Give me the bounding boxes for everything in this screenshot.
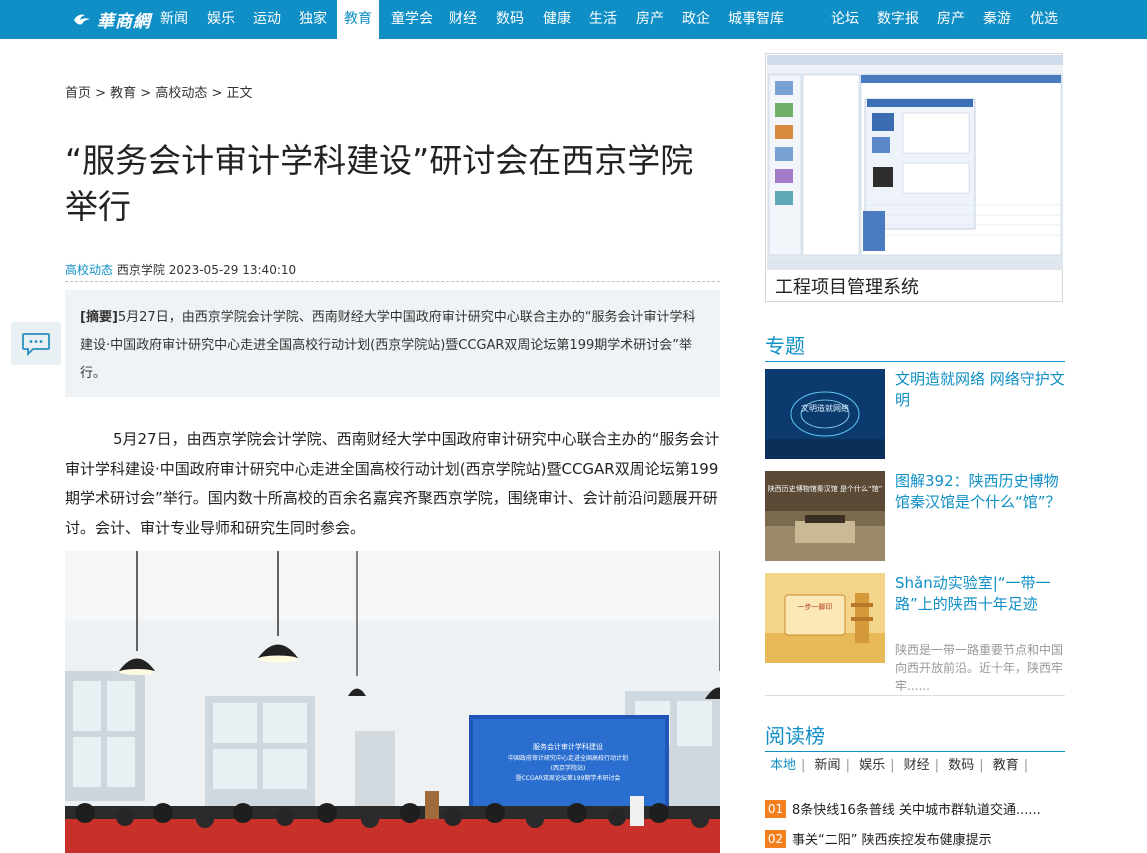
ranking-tab-digital[interactable]: 数码 — [943, 754, 979, 773]
comment-icon — [22, 332, 50, 356]
nav-item-house[interactable]: 房产 — [932, 0, 970, 39]
topic-image-civilization: 文明造就网络 — [765, 369, 885, 459]
topic-title-3[interactable]: Shǎn动实验室|“一带一路”上的陕西十年足迹 — [895, 573, 1065, 615]
screen-line-3: (西京学院站) — [551, 764, 586, 772]
ranking-tab-education[interactable]: 教育 — [988, 754, 1024, 773]
comment-button[interactable] — [11, 322, 61, 365]
screen-line-2: 中国政府审计研究中心走进全国高校行动计划 — [508, 754, 628, 762]
topic-image-2-text: 陕西历史博物馆秦汉馆 是个什么“馆” — [768, 484, 882, 493]
nav-item-digital-paper[interactable]: 数字报 — [872, 0, 924, 39]
article-body: 5月27日，由西京学院会计学院、西南财经大学中国政府审计研究中心联合主办的“服务… — [65, 430, 720, 537]
article-title: “服务会计审计学科建设”研讨会在西京学院举行 — [65, 141, 694, 226]
tab-separator: | — [801, 758, 806, 773]
software-screenshot-image — [767, 55, 1063, 270]
tab-separator: | — [979, 758, 984, 773]
article-abstract: [摘要]5月27日，由西京学院会计学院、西南财经大学中国政府审计研究中心联合主办… — [65, 290, 720, 397]
logo-text: 華商網 — [97, 12, 151, 32]
breadcrumb[interactable]: 首页 > 教育 > 高校动态 > 正文 — [65, 82, 252, 101]
article-photo: 服务会计审计学科建设 中国政府审计研究中心走进全国高校行动计划 (西京学院站) … — [65, 551, 720, 853]
nav-item-exclusive[interactable]: 独家 — [293, 0, 333, 39]
ad-caption[interactable]: 工程项目管理系统 — [775, 273, 919, 299]
nav-item-digital[interactable]: 数码 — [490, 0, 530, 39]
ranking-heading: 阅读榜 — [765, 720, 1065, 752]
nav-item-finance[interactable]: 财经 — [443, 0, 483, 39]
ranking-tab-local[interactable]: 本地 — [765, 754, 801, 773]
ranking-tab-finance[interactable]: 财经 — [899, 754, 935, 773]
tab-separator: | — [934, 758, 940, 773]
divider — [765, 695, 1065, 696]
ranking-tab-news[interactable]: 新闻 — [810, 754, 846, 773]
nav-item-forum[interactable]: 论坛 — [826, 0, 864, 39]
ranking-item-text[interactable]: 8条快线16条普线 关中城市群轨道交通...... — [792, 799, 1041, 818]
tab-separator: | — [1023, 758, 1029, 773]
nav-item-realestate[interactable]: 房产 — [630, 0, 670, 39]
site-logo[interactable]: 華商網 — [72, 7, 151, 32]
article-source: 西京学院 — [116, 263, 165, 277]
tab-separator: | — [890, 758, 895, 773]
topic-title-2[interactable]: 图解392：陕西历史博物馆秦汉馆是个什么“馆”？ — [895, 471, 1065, 513]
topic-desc-3: 陕西是一带一路重要节点和中国向西开放前沿。近十年，陕西牢牢...... — [895, 643, 1064, 693]
nav-item-travel[interactable]: 秦游 — [978, 0, 1016, 39]
tab-separator: | — [845, 758, 850, 773]
ad-screenshot — [767, 55, 1063, 270]
nav-item-life[interactable]: 生活 — [583, 0, 623, 39]
nav-item-sports[interactable]: 运动 — [247, 0, 287, 39]
article-datetime: 2023-05-29 13:40:10 — [168, 263, 297, 277]
ranking-tabs: 本地 | 新闻 | 娱乐 | 财经 | 数码 | 教育 | — [765, 754, 1028, 773]
ranking-number: 02 — [765, 829, 786, 848]
conference-photo: 服务会计审计学科建设 中国政府审计研究中心走进全国高校行动计划 (西京学院站) … — [65, 551, 720, 853]
topic-image-3-text: 一步一脚印 — [798, 602, 833, 611]
topic-thumbnail-3[interactable]: 一步一脚印 — [765, 573, 885, 663]
topics-heading: 专题 — [765, 330, 1065, 362]
topic-image-beltroad: 一步一脚印 — [765, 573, 885, 663]
nav-item-entertainment[interactable]: 娱乐 — [201, 0, 241, 39]
ranking-tab-entertainment[interactable]: 娱乐 — [854, 754, 890, 773]
article-category-link[interactable]: 高校动态 — [65, 263, 113, 277]
topic-thumbnail-1[interactable]: 文明造就网络 — [765, 369, 885, 459]
nav-item-news[interactable]: 新闻 — [154, 0, 194, 39]
article-meta: 高校动态 西京学院 2023-05-29 13:40:10 — [65, 261, 296, 278]
ranking-item[interactable]: 02 事关“二阳” 陕西疾控发布健康提示 — [765, 829, 992, 848]
ranking-item[interactable]: 01 8条快线16条普线 关中城市群轨道交通...... — [765, 799, 1041, 818]
topic-image-1-text: 文明造就网络 — [801, 403, 849, 413]
nav-item-select[interactable]: 优选 — [1024, 0, 1064, 39]
nav-item-thinktank[interactable]: 城事智库 — [723, 0, 789, 39]
topic-thumbnail-2[interactable]: 陕西历史博物馆秦汉馆 是个什么“馆” — [765, 471, 885, 561]
abstract-text: 5月27日，由西京学院会计学院、西南财经大学中国政府审计研究中心联合主办的“服务… — [80, 310, 696, 381]
nav-item-health[interactable]: 健康 — [537, 0, 577, 39]
screen-line-1: 服务会计审计学科建设 — [533, 742, 603, 751]
top-nav-bar: 華商網 新闻 娱乐 运动 独家 教育 童学会 财经 数码 健康 生活 房产 政企… — [0, 0, 1147, 39]
ranking-number: 01 — [765, 799, 786, 818]
nav-item-government[interactable]: 政企 — [676, 0, 716, 39]
ranking-item-text[interactable]: 事关“二阳” 陕西疾控发布健康提示 — [792, 829, 992, 848]
ad-banner[interactable]: 工程项目管理系统 — [765, 53, 1063, 302]
abstract-label: [摘要] — [80, 310, 118, 325]
topic-title-1[interactable]: 文明造就网络 网络守护文明 — [895, 369, 1065, 411]
divider — [65, 281, 720, 282]
nav-item-education[interactable]: 教育 — [337, 0, 379, 39]
screen-line-4: 暨CCGAR双周论坛第199期学术研讨会 — [516, 774, 621, 782]
topic-image-museum: 陕西历史博物馆秦汉馆 是个什么“馆” — [765, 471, 885, 561]
nav-item-kids[interactable]: 童学会 — [386, 0, 438, 39]
logo-icon — [74, 14, 90, 24]
